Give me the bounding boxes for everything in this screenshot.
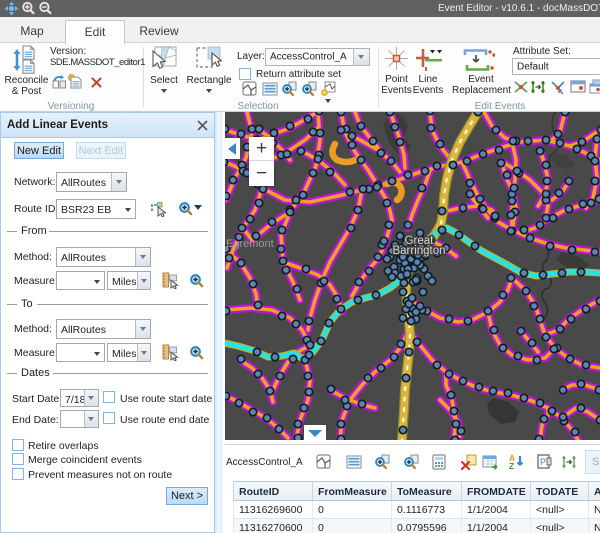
- svg-text:Barrington: Barrington: [392, 245, 445, 257]
- svg-text:P: P: [540, 457, 546, 467]
- svg-text:Z: Z: [509, 461, 514, 471]
- svg-text:Egremont: Egremont: [226, 238, 274, 250]
